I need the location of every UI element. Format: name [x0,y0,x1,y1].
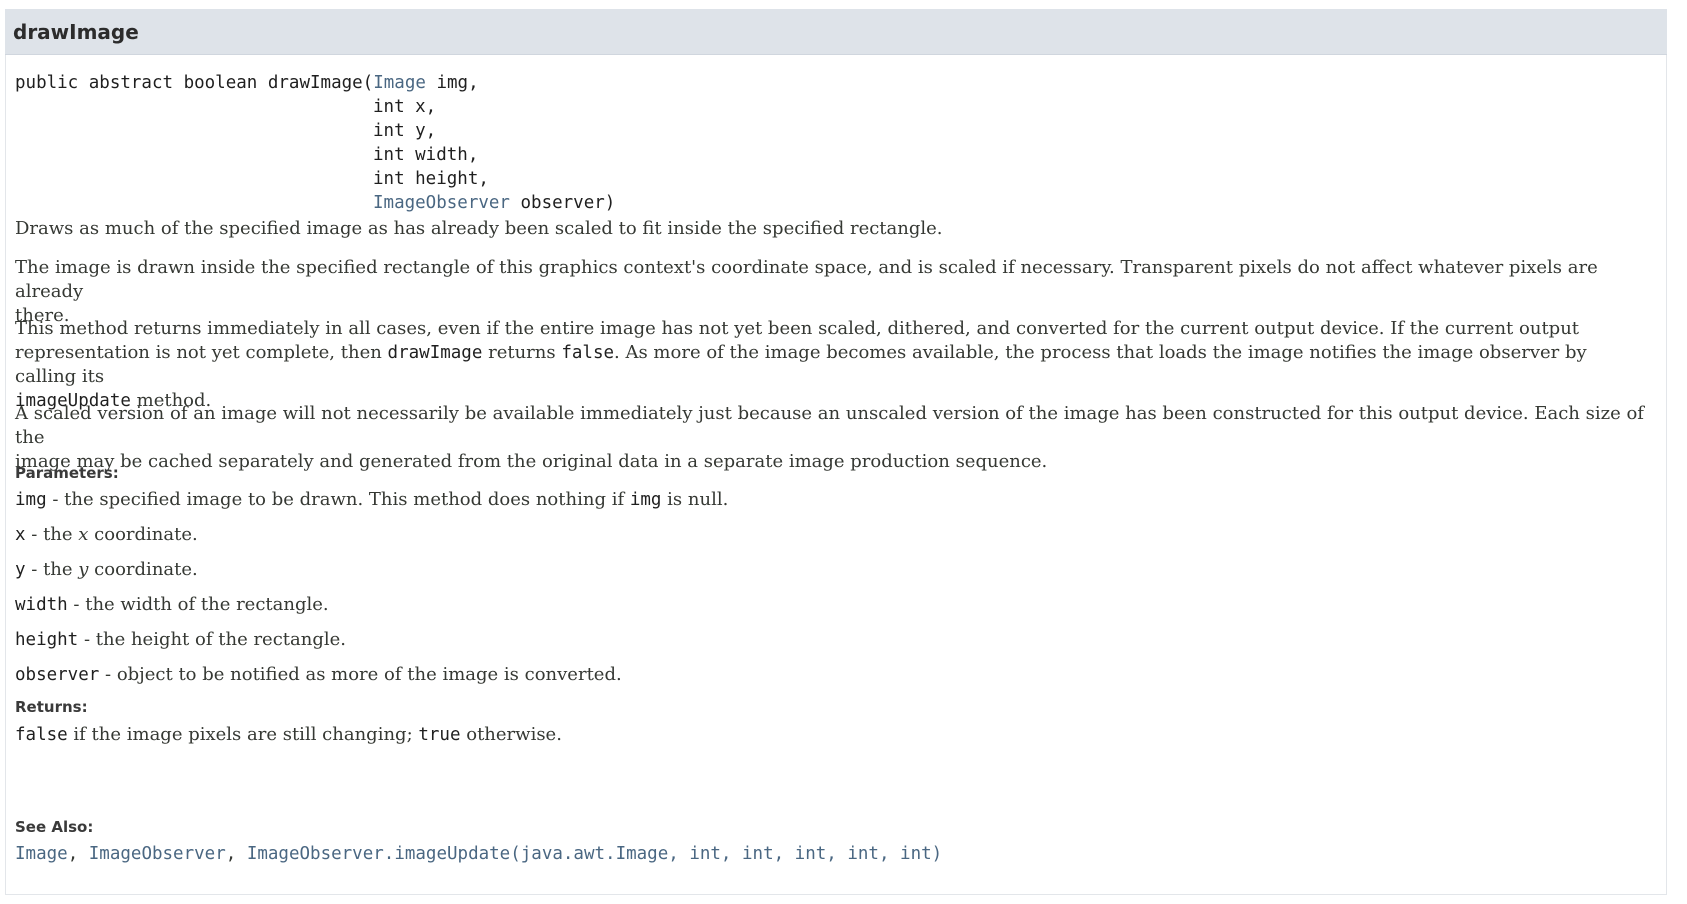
parameter-description: - the [25,559,79,580]
parameter-name: x [15,525,26,545]
description-paragraph-3: This method returns immediately in all c… [15,317,1645,413]
returns-text: if the image pixels are still changing; [67,724,419,745]
signature-param-name: img, [425,73,479,93]
paragraph-text: returns [482,342,562,363]
inline-code: img [629,490,662,510]
see-also-links: Image, ImageObserver, ImageObserver.imag… [15,842,942,866]
signature-line-1: public abstract boolean drawImage(Image … [15,71,479,95]
inline-code: true [418,725,461,745]
inline-code: drawImage [387,343,483,363]
paragraph-text: A scaled version of an image will not ne… [15,403,1644,448]
signature-param-name: width, [404,145,479,165]
parameter-description: - the specified image to be drawn. This … [46,489,630,510]
signature-param-type: int [373,97,405,117]
see-also-label: See Also: [15,818,94,836]
signature-param-type: int [373,169,405,189]
returns-label: Returns: [15,698,88,716]
returns-description: false if the image pixels are still chan… [15,723,562,747]
parameter-emphasis: x [78,524,89,545]
parameter-item: height - the height of the rectangle. [15,628,346,652]
signature-param-type: int [373,121,405,141]
paragraph-text: The image is drawn inside the specified … [15,257,1598,302]
see-also-link-image[interactable]: Image [15,844,68,864]
paragraph-text: representation is not yet complete, then [15,342,388,363]
description-paragraph-4: A scaled version of an image will not ne… [15,402,1645,474]
parameter-item: x - the x coordinate. [15,523,198,547]
parameter-item: observer - object to be notified as more… [15,663,622,687]
parameter-name: width [15,595,68,615]
paragraph-text: image may be cached separately and gener… [15,451,1048,472]
parameter-item: img - the specified image to be drawn. T… [15,488,728,512]
signature-line-2: int x, [15,95,479,119]
parameter-item: y - the y coordinate. [15,558,198,582]
see-also-link-imageupdate[interactable]: ImageObserver.imageUpdate(java.awt.Image… [247,844,942,864]
parameter-name: height [15,630,79,650]
parameters-label: Parameters: [15,464,119,482]
signature-modifiers: public abstract boolean drawImage( [15,73,374,93]
method-title: drawImage [13,20,139,44]
inline-code: false [561,343,615,363]
parameter-name: observer [15,665,100,685]
signature-line-5: int height, [15,167,489,191]
parameter-name: img [15,490,47,510]
parameter-description: - the width of the rectangle. [67,594,329,615]
signature-param-name: x, [404,97,437,117]
parameter-description: - the [25,524,79,545]
parameter-description: coordinate. [88,559,198,580]
parameter-item: width - the width of the rectangle. [15,593,329,617]
parameter-description: - object to be notified as more of the i… [99,664,622,685]
parameter-name: y [15,560,26,580]
see-also-link-imageobserver[interactable]: ImageObserver [89,844,226,864]
signature-line-3: int y, [15,119,479,143]
description-paragraph-1: Draws as much of the specified image as … [15,218,943,239]
inline-code: false [15,725,68,745]
see-also-separator: , [225,844,247,864]
signature-line-6: ImageObserver observer) [15,191,615,215]
signature-line-4: int width, [15,143,479,167]
member-header [5,9,1667,55]
paragraph-text: This method returns immediately in all c… [15,318,1580,339]
parameter-emphasis: y [78,559,89,580]
see-also-separator: , [67,844,89,864]
returns-text: otherwise. [460,724,562,745]
signature-param-name: y, [404,121,437,141]
parameter-description: is null. [661,489,729,510]
signature-param-name: observer) [509,193,616,213]
signature-param-type: int [373,145,405,165]
parameter-description: coordinate. [88,524,198,545]
method-signature: public abstract boolean drawImage(Image … [15,71,615,215]
signature-param-type-link[interactable]: Image [373,73,426,93]
signature-param-name: height, [404,169,489,189]
signature-param-type-link[interactable]: ImageObserver [373,193,510,213]
parameter-description: - the height of the rectangle. [78,629,346,650]
